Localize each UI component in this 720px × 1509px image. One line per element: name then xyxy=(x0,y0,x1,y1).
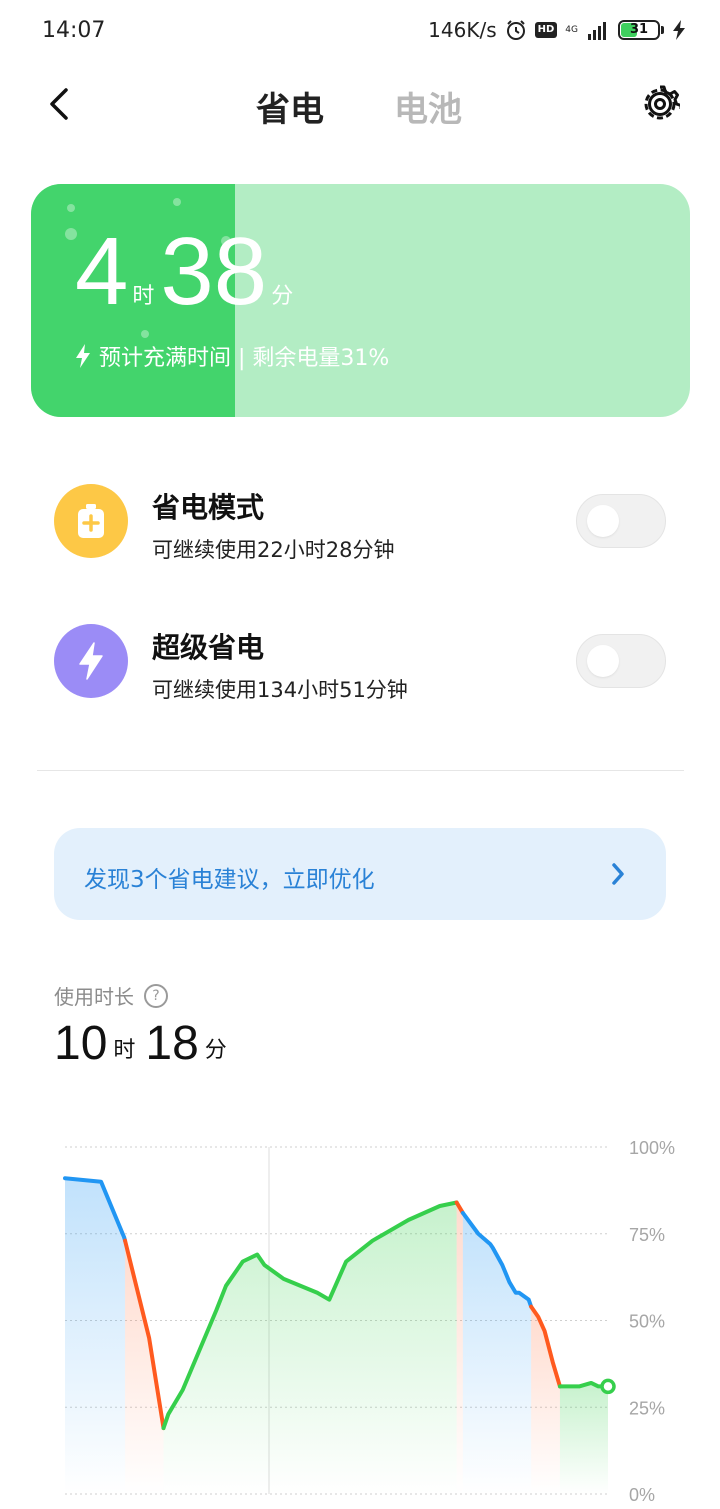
signal-icon xyxy=(588,22,606,40)
minutes-unit: 分 xyxy=(271,284,294,309)
bubble-decoration xyxy=(67,204,75,212)
chevron-right-icon xyxy=(612,863,624,885)
usage-label-text: 使用时长 xyxy=(54,985,134,1009)
ultra-power-saving-toggle[interactable] xyxy=(576,634,666,688)
bubble-decoration xyxy=(141,330,149,338)
y-tick-label: 25% xyxy=(629,1398,665,1418)
area-heavy_discharge xyxy=(125,1240,164,1494)
current-level-marker xyxy=(600,1378,616,1395)
mode-subtitle: 可继续使用134小时51分钟 xyxy=(152,678,408,702)
status-bar: 14:07 146K/s HD 4G 31 xyxy=(0,0,720,64)
area-heavy_discharge xyxy=(456,1202,463,1494)
suggestion-text: 发现3个省电建议，立即优化 xyxy=(84,867,375,893)
tab-power-saving[interactable]: 省电 xyxy=(256,82,324,131)
minutes-value: 38 xyxy=(160,218,268,325)
power-saving-toggle[interactable] xyxy=(576,494,666,548)
status-icons: 146K/s HD 4G 31 xyxy=(428,18,686,42)
battery-level-chart: 100% 75% 50% 25% 0% xyxy=(63,1138,675,1505)
hours-unit: 时 xyxy=(132,284,155,309)
y-tick-label: 0% xyxy=(629,1485,655,1505)
battery-icon: 31 xyxy=(618,20,660,40)
time-to-full: 4 时 38 分 xyxy=(75,224,299,320)
usage-label: 使用时长 ? xyxy=(54,981,168,1010)
bubble-decoration xyxy=(173,198,181,206)
lightning-icon xyxy=(76,344,90,368)
chevron-left-icon[interactable] xyxy=(40,84,80,124)
optimization-suggestion-banner[interactable]: 发现3个省电建议，立即优化 xyxy=(54,828,666,920)
gear-icon[interactable] xyxy=(640,84,680,124)
area-charging xyxy=(163,1202,457,1494)
battery-plus-icon xyxy=(54,484,128,558)
y-tick-label: 100% xyxy=(629,1138,675,1158)
battery-level: 31 xyxy=(629,22,649,37)
area-discharging xyxy=(65,1178,126,1494)
tab-battery[interactable]: 电池 xyxy=(394,82,462,131)
battery-subtitle-text: 预计充满时间 | 剩余电量31% xyxy=(99,346,390,371)
lightning-icon xyxy=(54,624,128,698)
status-time: 14:07 xyxy=(42,18,106,43)
mode-subtitle: 可继续使用22小时28分钟 xyxy=(152,538,395,562)
usage-hours-unit: 时 xyxy=(113,1038,136,1063)
ultra-power-saving-row: 超级省电 可继续使用134小时51分钟 xyxy=(54,624,666,702)
help-icon[interactable]: ? xyxy=(144,983,168,1008)
header: 省电 电池 xyxy=(0,70,720,140)
mode-title: 省电模式 xyxy=(152,491,265,524)
battery-cap xyxy=(661,26,664,34)
y-tick-label: 75% xyxy=(629,1225,665,1245)
hours-value: 4 xyxy=(75,218,129,325)
alarm-icon xyxy=(506,20,525,40)
usage-minutes: 18 xyxy=(145,1017,199,1070)
usage-minutes-unit: 分 xyxy=(204,1038,227,1063)
toggle-knob xyxy=(587,505,619,537)
area-charging xyxy=(559,1382,608,1494)
battery-subtitle: 预计充满时间 | 剩余电量31% xyxy=(75,340,389,372)
usage-duration: 10 时 18 分 xyxy=(54,1018,237,1070)
mode-title: 超级省电 xyxy=(152,631,265,664)
charging-icon xyxy=(673,20,685,40)
network-speed: 146K/s xyxy=(428,18,497,42)
usage-hours: 10 xyxy=(54,1017,108,1070)
toggle-knob xyxy=(587,645,619,677)
divider xyxy=(37,770,684,771)
hd-badge: HD xyxy=(534,22,558,38)
power-saving-mode-row: 省电模式 可继续使用22小时28分钟 xyxy=(54,484,666,562)
network-type: 4G xyxy=(565,25,578,35)
battery-status-card: 4 时 38 分 预计充满时间 | 剩余电量31% xyxy=(31,184,690,417)
y-tick-label: 50% xyxy=(629,1312,665,1332)
